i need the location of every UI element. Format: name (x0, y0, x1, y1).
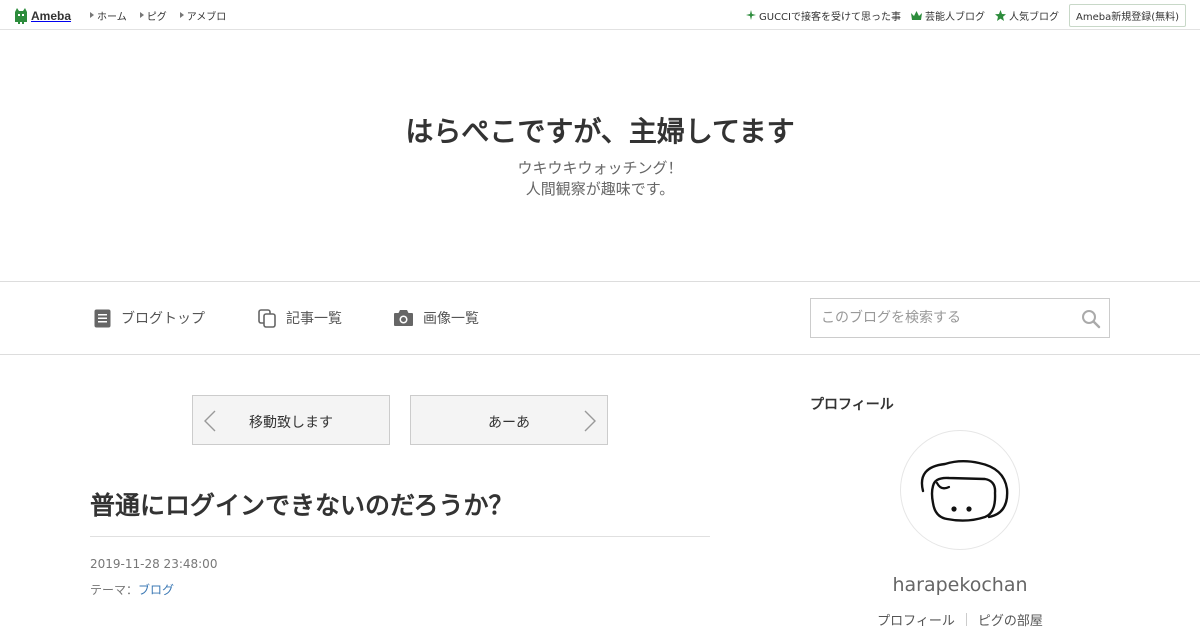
nav-blog-top-label: ブログトップ (121, 311, 205, 327)
profile-link[interactable]: プロフィール (877, 610, 955, 629)
nav-link-label: ホーム (97, 11, 127, 23)
blog-description: ウキウキウォッチング！ 人間観察が趣味です。 (0, 158, 1200, 200)
nav-article-list[interactable]: 記事一覧 (258, 308, 342, 328)
nav-image-list-label: 画像一覧 (423, 311, 479, 327)
chevron-right-icon (584, 410, 596, 432)
theme-prefix: テーマ： (90, 583, 139, 597)
crown-icon (910, 10, 922, 20)
pigg-room-link[interactable]: ピグの部屋 (978, 610, 1043, 629)
logo-text: Ameba (31, 8, 72, 23)
popular-blogs-link[interactable]: 人気ブログ (994, 8, 1059, 23)
nav-blog-top[interactable]: ブログトップ (94, 308, 205, 328)
profile-username[interactable]: harapekochan (810, 574, 1110, 596)
blog-title[interactable]: はらぺこですが、主婦してます (0, 110, 1200, 150)
nav-link-label: ピグ (146, 11, 167, 23)
nav-link-ameblo[interactable]: アメブロ (179, 8, 227, 23)
prev-article-button[interactable]: 移動致します (192, 395, 390, 445)
article-title[interactable]: 普通にログインできないのだろうか？ (90, 486, 514, 522)
prev-article-label: 移動致します (249, 415, 333, 431)
search-icon[interactable] (1081, 309, 1101, 329)
celebrity-blogs-label: 芸能人ブログ (924, 11, 985, 23)
next-article-button[interactable]: あーあ (410, 395, 608, 445)
ameba-logo-icon (15, 8, 27, 24)
sparkle-icon (746, 10, 756, 20)
avatar[interactable] (900, 430, 1020, 550)
blog-description-line: 人間観察が趣味です。 (525, 180, 675, 198)
profile-links: プロフィール ピグの部屋 (810, 610, 1110, 629)
nav-link-label: アメブロ (186, 11, 227, 23)
featured-link-label: GUCCIで接客を受けて思った事 (759, 11, 901, 23)
triangle-right-icon (139, 12, 144, 18)
blog-search-input[interactable] (811, 299, 1071, 337)
ameba-logo[interactable]: Ameba (14, 7, 71, 24)
register-button[interactable]: Ameba新規登録(無料) (1068, 3, 1186, 27)
nav-article-list-label: 記事一覧 (286, 311, 342, 327)
top-bar: Ameba ホーム ピグ アメブロ GUCCIで接客を受けて思った事 芸能人ブロ… (0, 0, 1200, 30)
nav-link-home[interactable]: ホーム (90, 8, 127, 23)
profile-heading: プロフィール (810, 397, 894, 413)
star-icon (994, 9, 1006, 21)
avatar-drawing (920, 460, 1009, 522)
article-theme: テーマ：ブログ (90, 581, 174, 598)
blog-description-line: ウキウキウォッチング！ (517, 159, 683, 177)
global-nav: ホーム ピグ アメブロ (90, 0, 239, 30)
featured-link[interactable]: GUCCIで接客を受けて思った事 (746, 8, 901, 23)
triangle-right-icon (179, 12, 184, 18)
theme-link[interactable]: ブログ (138, 583, 174, 597)
document-icon (94, 309, 111, 327)
blog-nav-bar: ブログトップ 記事一覧 画像一覧 (0, 281, 1200, 355)
nav-image-list[interactable]: 画像一覧 (394, 308, 479, 328)
topbar-right-links: GUCCIで接客を受けて思った事 芸能人ブログ 人気ブログ Ameba新規登録(… (736, 0, 1186, 30)
copy-icon (258, 308, 276, 328)
link-separator (965, 613, 967, 626)
nav-link-pigg[interactable]: ピグ (139, 8, 167, 23)
triangle-right-icon (90, 12, 94, 18)
article-date: 2019-11-28 23:48:00 (90, 557, 218, 571)
next-article-label: あーあ (488, 415, 530, 431)
popular-blogs-label: 人気ブログ (1008, 11, 1059, 23)
blog-search-box (810, 298, 1110, 338)
celebrity-blogs-link[interactable]: 芸能人ブログ (910, 8, 985, 23)
article-divider (90, 536, 710, 537)
camera-icon (394, 310, 413, 326)
